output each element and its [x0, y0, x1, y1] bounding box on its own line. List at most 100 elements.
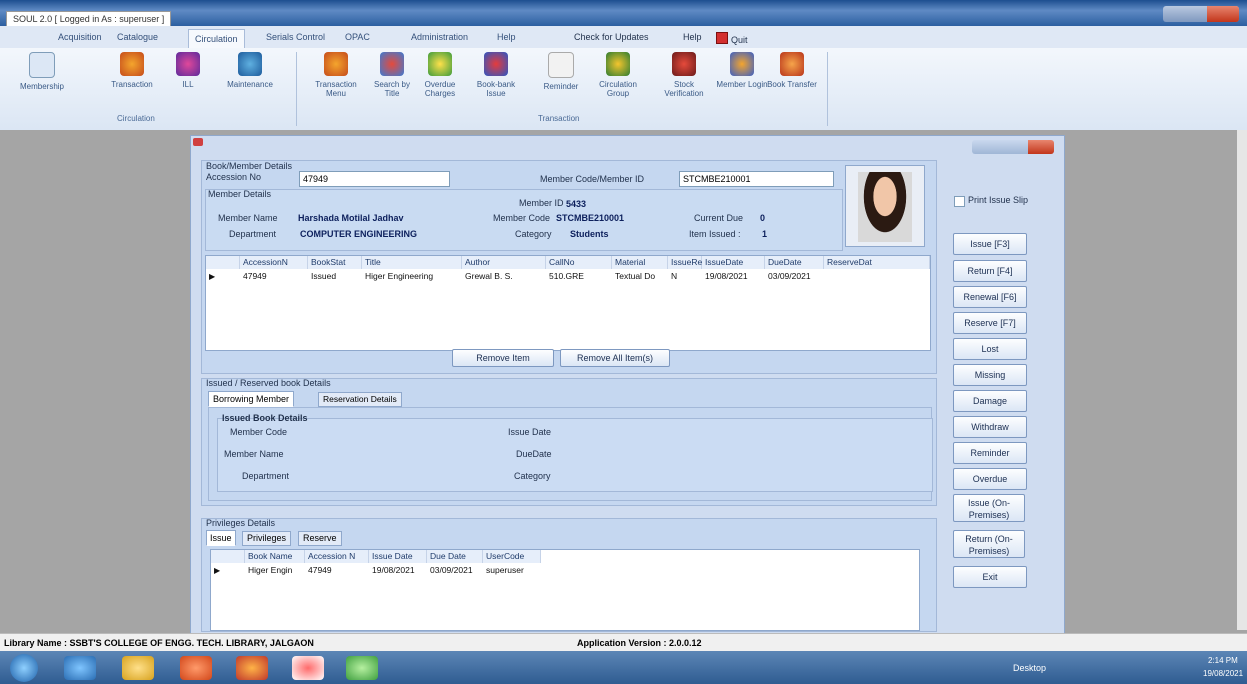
membership-label: Membership: [19, 82, 64, 91]
column-header[interactable]: ReserveDat: [824, 256, 930, 269]
desktop-toolbar-label[interactable]: Desktop: [1013, 663, 1046, 673]
maintenance-button[interactable]: Maintenance: [224, 52, 276, 89]
withdraw-button[interactable]: Withdraw: [953, 416, 1027, 438]
missing-button[interactable]: Missing: [953, 364, 1027, 386]
column-header[interactable]: Author: [462, 256, 546, 269]
book-transfer-button[interactable]: Book Transfer: [766, 52, 818, 89]
column-header[interactable]: AccessionN: [240, 256, 308, 269]
soul-app-icon[interactable]: [292, 656, 324, 680]
app-version: Application Version : 2.0.0.12: [577, 638, 702, 648]
print-issue-slip-checkbox[interactable]: Print Issue Slip: [954, 194, 1064, 208]
column-header[interactable]: IssueRe: [668, 256, 702, 269]
window-controls[interactable]: [1163, 6, 1239, 22]
renewal-button[interactable]: Renewal [F6]: [953, 286, 1027, 308]
reserve-button[interactable]: Reserve [F7]: [953, 312, 1027, 334]
media-player-icon[interactable]: [180, 656, 212, 680]
search-by-title-button[interactable]: Search by Title: [366, 52, 418, 98]
member-login-button[interactable]: Member Login: [716, 52, 768, 89]
menu-opac[interactable]: OPAC: [345, 32, 370, 42]
accession-input[interactable]: 47949: [299, 171, 450, 187]
vertical-scrollbar[interactable]: [1237, 130, 1247, 630]
circulation-group-button[interactable]: Circulation Group: [592, 52, 644, 98]
column-header[interactable]: Title: [362, 256, 462, 269]
reminder-button[interactable]: Reminder: [535, 52, 587, 91]
overdue-button[interactable]: Overdue: [953, 468, 1027, 490]
department-value: COMPUTER ENGINEERING: [300, 229, 418, 239]
column-header[interactable]: BookStat: [308, 256, 362, 269]
tab-privileges[interactable]: Privileges: [242, 531, 292, 546]
window-close-button[interactable]: [1207, 6, 1239, 22]
issue-button[interactable]: Issue [F3]: [953, 233, 1027, 255]
menu-help[interactable]: Help: [497, 32, 516, 42]
column-header[interactable]: Book Name: [245, 550, 305, 563]
library-name: Library Name : SSBT'S COLLEGE OF ENGG. T…: [4, 638, 314, 648]
table-cell: 510.GRE: [549, 271, 584, 281]
lost-button[interactable]: Lost: [953, 338, 1027, 360]
damage-button[interactable]: Damage: [953, 390, 1027, 412]
tab-issue[interactable]: Issue: [206, 530, 236, 546]
menu-acquisition[interactable]: Acquisition: [58, 32, 102, 42]
stock-verification-button[interactable]: Stock Verification: [658, 52, 710, 98]
system-tray-icons[interactable]: [1100, 662, 1160, 674]
start-button-icon[interactable]: [10, 654, 38, 682]
file-explorer-icon[interactable]: [122, 656, 154, 680]
maintenance-label: Maintenance: [227, 80, 273, 89]
circulation-group-label: Circulation Group: [599, 80, 637, 98]
column-header[interactable]: DueDate: [765, 256, 824, 269]
column-header[interactable]: Issue Date: [369, 550, 427, 563]
internet-explorer-icon[interactable]: [64, 656, 96, 680]
book-bank-issue-button[interactable]: Book-bank Issue: [470, 52, 522, 98]
remove-item-button[interactable]: Remove Item: [452, 349, 554, 367]
table-cell: Higer Engineering: [365, 271, 434, 281]
column-header[interactable]: CallNo: [546, 256, 612, 269]
table-row[interactable]: ▶ 47949 Issued Higer Engineering Grewal …: [206, 270, 930, 284]
form-window-controls[interactable]: [972, 140, 1054, 154]
return-button[interactable]: Return [F4]: [953, 260, 1027, 282]
form-close-button[interactable]: [1028, 140, 1054, 154]
exit-button[interactable]: Exit: [953, 566, 1027, 588]
book-bank-issue-label: Book-bank Issue: [476, 80, 516, 98]
ib-department-label: Department: [242, 471, 290, 481]
column-header[interactable]: Due Date: [427, 550, 483, 563]
remove-all-items-button[interactable]: Remove All Item(s): [560, 349, 670, 367]
ib-issue-date-label: Issue Date: [508, 427, 552, 437]
tab-reservation-details[interactable]: Reservation Details: [318, 392, 402, 407]
help-button[interactable]: Help: [683, 32, 702, 42]
privileges-grid[interactable]: Book Name Accession N Issue Date Due Dat…: [210, 549, 920, 631]
column-header[interactable]: Material: [612, 256, 668, 269]
ib-due-date-label: DueDate: [516, 449, 552, 459]
ribbon-group-separator: [827, 52, 828, 126]
ill-button[interactable]: ILL: [162, 52, 214, 89]
search-icon[interactable]: [346, 656, 378, 680]
member-login-label: Member Login: [716, 80, 768, 89]
transaction-button[interactable]: Transaction: [106, 52, 158, 89]
check-updates-button[interactable]: Check for Updates: [574, 32, 649, 42]
firefox-icon[interactable]: [236, 656, 268, 680]
quit-button[interactable]: Quit: [716, 32, 748, 45]
return-on-premises-button[interactable]: Return (On-Premises): [953, 530, 1025, 558]
menu-administration[interactable]: Administration: [411, 32, 468, 42]
member-code-input[interactable]: STCMBE210001: [679, 171, 834, 187]
member-details-title: Member Details: [208, 189, 272, 199]
issue-items-grid[interactable]: AccessionN BookStat Title Author CallNo …: [205, 255, 931, 351]
menu-serials-control[interactable]: Serials Control: [266, 32, 325, 42]
column-header[interactable]: Accession N: [305, 550, 369, 563]
transaction-menu-button[interactable]: Transaction Menu: [310, 52, 362, 98]
issue-on-premises-button[interactable]: Issue (On-Premises): [953, 494, 1025, 522]
column-header[interactable]: UserCode: [483, 550, 541, 563]
tab-reserve[interactable]: Reserve: [298, 531, 342, 546]
table-cell: Grewal B. S.: [465, 271, 513, 281]
issued-reserved-group: Issued / Reserved book Details Borrowing…: [201, 378, 937, 506]
membership-button[interactable]: Membership: [16, 52, 68, 91]
table-cell: Higer Engin: [248, 565, 293, 575]
overdue-charges-button[interactable]: Overdue Charges: [414, 52, 466, 98]
column-header[interactable]: IssueDate: [702, 256, 765, 269]
ib-member-name-label: Member Name: [224, 449, 284, 459]
menu-catalogue[interactable]: Catalogue: [117, 32, 158, 42]
tab-borrowing-member[interactable]: Borrowing Member: [208, 391, 295, 407]
menu-circulation[interactable]: Circulation: [188, 29, 245, 48]
book-transfer-label: Book Transfer: [767, 80, 817, 89]
items-issued-label: Item Issued :: [689, 229, 741, 239]
table-row[interactable]: ▶ Higer Engin 47949 19/08/2021 03/09/202…: [211, 564, 541, 578]
reminder-side-button[interactable]: Reminder: [953, 442, 1027, 464]
